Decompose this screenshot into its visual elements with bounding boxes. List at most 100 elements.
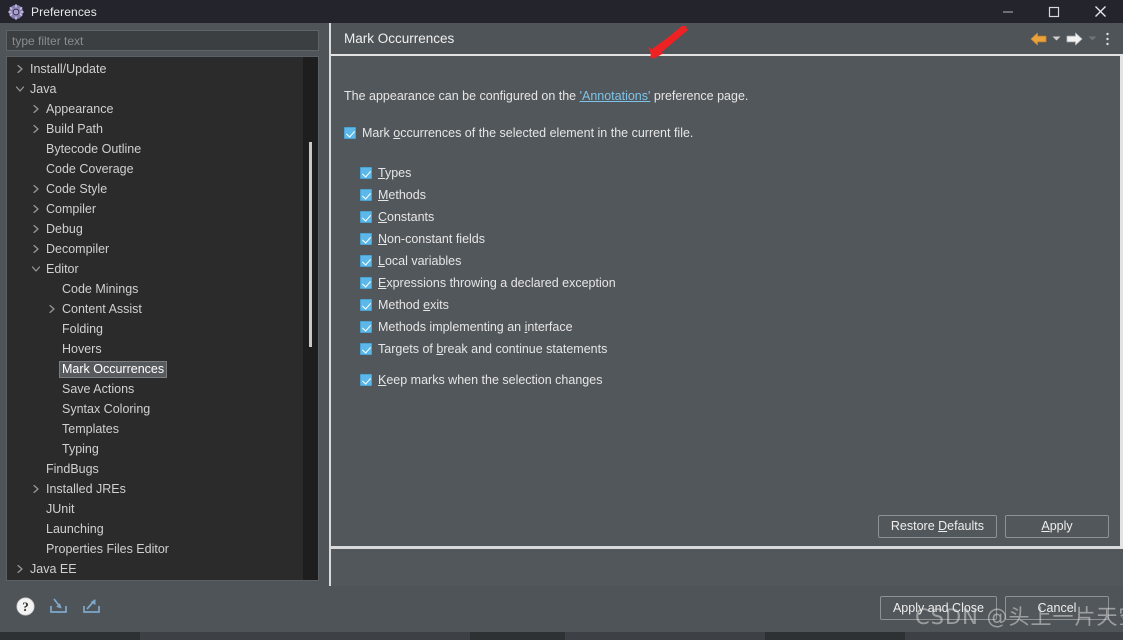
checkbox-indicator[interactable]	[360, 255, 372, 267]
close-icon[interactable]	[1077, 0, 1123, 23]
chevron-right-icon[interactable]	[13, 562, 27, 576]
checkbox-method-exits[interactable]: Method exits	[360, 298, 449, 312]
checkbox-indicator[interactable]	[360, 233, 372, 245]
maximize-icon[interactable]	[1031, 0, 1077, 23]
search-input[interactable]	[6, 30, 319, 51]
back-history-chevron-down-icon[interactable]	[1050, 29, 1063, 49]
sidebar-item-decompiler[interactable]: Decompiler	[7, 239, 302, 259]
checkbox-targets-of-break-and-continue-statements[interactable]: Targets of break and continue statements	[360, 342, 607, 356]
sidebar-item-compiler[interactable]: Compiler	[7, 199, 302, 219]
window-controls	[985, 0, 1123, 23]
checkbox-indicator[interactable]	[360, 211, 372, 223]
checkbox-indicator[interactable]	[360, 277, 372, 289]
checkbox-indicator[interactable]	[360, 343, 372, 355]
checkbox-non-constant-fields[interactable]: Non-constant fields	[360, 232, 485, 246]
checkbox-label: Keep marks when the selection changes	[378, 373, 603, 387]
chevron-right-icon[interactable]	[13, 62, 27, 76]
sidebar-item-mark-occurrences[interactable]: Mark Occurrences	[7, 359, 302, 379]
sidebar-item-properties-files-editor[interactable]: Properties Files Editor	[7, 539, 302, 559]
restore-defaults-button[interactable]: Restore Defaults	[877, 515, 997, 538]
checkbox-label: Methods	[378, 188, 426, 202]
forward-history-chevron-down-icon[interactable]	[1086, 29, 1099, 49]
sidebar-item-hovers[interactable]: Hovers	[7, 339, 302, 359]
checkbox-local-variables[interactable]: Local variables	[360, 254, 461, 268]
sidebar-item-debug[interactable]: Debug	[7, 219, 302, 239]
help-icon[interactable]: ?	[14, 595, 36, 617]
export-icon[interactable]	[80, 595, 102, 617]
filter-field-wrap	[6, 30, 319, 51]
appearance-hint-after: preference page.	[650, 89, 749, 103]
sidebar-item-folding[interactable]: Folding	[7, 319, 302, 339]
cancel-button[interactable]: Cancel	[1005, 596, 1109, 620]
checkbox-keep-marks[interactable]: Keep marks when the selection changes	[360, 373, 602, 387]
checkbox-label: Targets of break and continue statements	[378, 342, 608, 356]
import-icon[interactable]	[47, 595, 69, 617]
preferences-tree[interactable]: Install/Update Java Appearance Build Path By…	[6, 56, 319, 581]
sidebar-item-launching[interactable]: Launching	[7, 519, 302, 539]
checkbox-methods[interactable]: Methods	[360, 188, 426, 202]
annotations-link[interactable]: 'Annotations'	[580, 89, 651, 103]
chevron-right-icon[interactable]	[29, 202, 43, 216]
checkbox-methods-implementing-an-interface[interactable]: Methods implementing an interface	[360, 320, 573, 334]
checkbox-types[interactable]: Types	[360, 166, 411, 180]
checkbox-indicator[interactable]	[360, 167, 372, 179]
checkbox-indicator[interactable]	[360, 374, 372, 386]
sidebar-item-java[interactable]: Java	[7, 79, 302, 99]
vertical-dots-icon[interactable]	[1101, 29, 1114, 49]
sidebar-item-typing[interactable]: Typing	[7, 439, 302, 459]
chevron-right-icon[interactable]	[29, 222, 43, 236]
sidebar-item-code-style[interactable]: Code Style	[7, 179, 302, 199]
chevron-down-icon[interactable]	[13, 82, 27, 96]
chevron-right-icon[interactable]	[29, 482, 43, 496]
sidebar-item-appearance[interactable]: Appearance	[7, 99, 302, 119]
chevron-right-icon[interactable]	[29, 102, 43, 116]
sidebar-item-label: Bytecode Outline	[46, 141, 142, 156]
detail-pane: Mark Occurrences The appearance can be c…	[331, 23, 1123, 586]
chevron-right-icon	[29, 162, 43, 176]
sidebar-item-label: Typing	[62, 441, 99, 456]
chevron-right-icon[interactable]	[29, 242, 43, 256]
chevron-right-icon[interactable]	[29, 182, 43, 196]
checkbox-indicator[interactable]	[360, 299, 372, 311]
apply-and-close-button[interactable]: Apply and Close	[879, 596, 997, 620]
sidebar-item-findbugs[interactable]: FindBugs	[7, 459, 302, 479]
sidebar-item-junit[interactable]: JUnit	[7, 499, 302, 519]
dialog-body: Install/Update Java Appearance Build Path By…	[0, 23, 1123, 586]
sidebar-item-label: FindBugs	[46, 461, 99, 476]
minimize-icon[interactable]	[985, 0, 1031, 23]
sidebar-item-install-update[interactable]: Install/Update	[7, 59, 302, 79]
sidebar-item-syntax-coloring[interactable]: Syntax Coloring	[7, 399, 302, 419]
sidebar-item-editor[interactable]: Editor	[7, 259, 302, 279]
sidebar-item-build-path[interactable]: Build Path	[7, 119, 302, 139]
forward-arrow-icon[interactable]	[1065, 29, 1084, 49]
checkbox-indicator[interactable]	[360, 321, 372, 333]
chevron-right-icon	[45, 322, 59, 336]
sidebar-item-templates[interactable]: Templates	[7, 419, 302, 439]
apply-button[interactable]: Apply	[1005, 515, 1109, 538]
tree-scrollbar[interactable]	[303, 57, 318, 580]
chevron-right-icon	[45, 422, 59, 436]
chevron-right-icon	[45, 342, 59, 356]
chevron-down-icon[interactable]	[29, 262, 43, 276]
sidebar-item-java-ee[interactable]: Java EE	[7, 559, 302, 579]
checkbox-mark-occurrences[interactable]: Mark occurrences of the selected element…	[344, 126, 693, 140]
checkbox-constants[interactable]: Constants	[360, 210, 434, 224]
sidebar-item-content-assist[interactable]: Content Assist	[7, 299, 302, 319]
sidebar-item-label: Decompiler	[46, 241, 110, 256]
sidebar-item-installed-jres[interactable]: Installed JREs	[7, 479, 302, 499]
sidebar-item-save-actions[interactable]: Save Actions	[7, 379, 302, 399]
sidebar-item-bytecode-outline[interactable]: Bytecode Outline	[7, 139, 302, 159]
chevron-right-icon[interactable]	[45, 302, 59, 316]
chevron-right-icon[interactable]	[29, 122, 43, 136]
pane-toolbar	[1029, 29, 1114, 49]
pane-content: The appearance can be configured on the …	[331, 56, 1123, 549]
checkbox-expressions-throwing-a-declared-exception[interactable]: Expressions throwing a declared exceptio…	[360, 276, 616, 290]
tree-scrollbar-thumb[interactable]	[309, 142, 312, 347]
sidebar-item-code-coverage[interactable]: Code Coverage	[7, 159, 302, 179]
pane-bottom-edge	[331, 546, 1123, 549]
back-arrow-icon[interactable]	[1029, 29, 1048, 49]
checkbox-indicator[interactable]	[344, 127, 356, 139]
sidebar-item-label: Save Actions	[62, 381, 135, 396]
checkbox-indicator[interactable]	[360, 189, 372, 201]
sidebar-item-code-minings[interactable]: Code Minings	[7, 279, 302, 299]
